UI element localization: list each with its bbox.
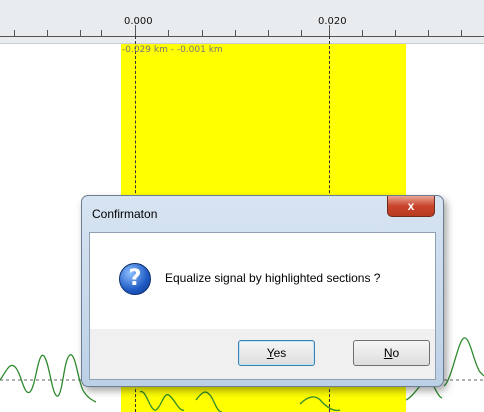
waveform-trace (139, 391, 341, 412)
close-button[interactable]: x (387, 196, 435, 217)
no-button[interactable]: No (353, 340, 430, 366)
question-icon: ? (119, 263, 151, 295)
question-glyph: ? (128, 266, 142, 291)
yes-label: es (273, 346, 287, 360)
yes-button[interactable]: Yes (238, 340, 315, 366)
confirmation-dialog: Confirmaton x ? Equalize signal by highl… (81, 195, 444, 387)
dialog-message: Equalize signal by highlighted sections … (165, 271, 381, 285)
yes-mnemonic: Y (266, 346, 274, 360)
seismic-plot-area[interactable]: 0.000 0.020 -0.029 km - -0.001 km Confir… (0, 0, 484, 412)
no-label: o (392, 346, 400, 360)
close-icon: x (407, 199, 415, 213)
dialog-body: ? Equalize signal by highlighted section… (89, 232, 436, 380)
dialog-title: Confirmaton (92, 207, 158, 221)
dialog-title-bar[interactable]: Confirmaton x (82, 196, 443, 232)
dialog-content: ? Equalize signal by highlighted section… (90, 233, 435, 329)
